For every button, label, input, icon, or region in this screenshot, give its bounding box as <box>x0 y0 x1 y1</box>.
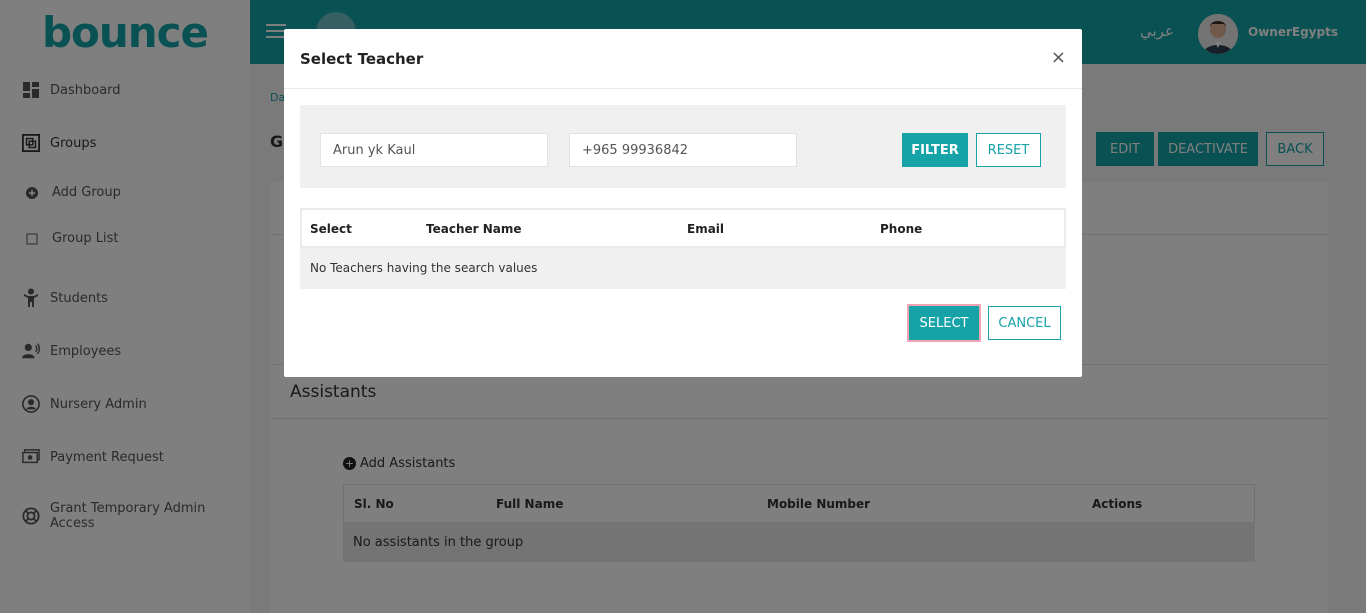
select-teacher-modal: Select Teacher × Arun yk Kaul +965 99936… <box>284 29 1082 377</box>
teacher-name-input[interactable]: Arun yk Kaul <box>320 133 548 167</box>
column-header: Phone <box>880 222 923 236</box>
reset-button[interactable]: RESET <box>976 133 1041 167</box>
table-header: Select Teacher Name Email Phone <box>300 208 1066 248</box>
divider <box>284 88 1082 89</box>
close-icon[interactable]: × <box>1051 47 1066 68</box>
teachers-table: Select Teacher Name Email Phone No Teach… <box>300 208 1066 289</box>
column-header: Teacher Name <box>426 222 522 236</box>
filter-button[interactable]: FILTER <box>902 133 968 167</box>
column-header: Select <box>310 222 352 236</box>
select-button[interactable]: SELECT <box>907 304 981 342</box>
cancel-button[interactable]: CANCEL <box>988 306 1061 340</box>
modal-title: Select Teacher <box>300 50 424 68</box>
table-row: No Teachers having the search values <box>300 248 1066 289</box>
phone-input[interactable]: +965 99936842 <box>569 133 797 167</box>
filter-panel: Arun yk Kaul +965 99936842 FILTER RESET <box>300 105 1066 188</box>
column-header: Email <box>687 222 725 236</box>
empty-message: No Teachers having the search values <box>310 261 538 275</box>
